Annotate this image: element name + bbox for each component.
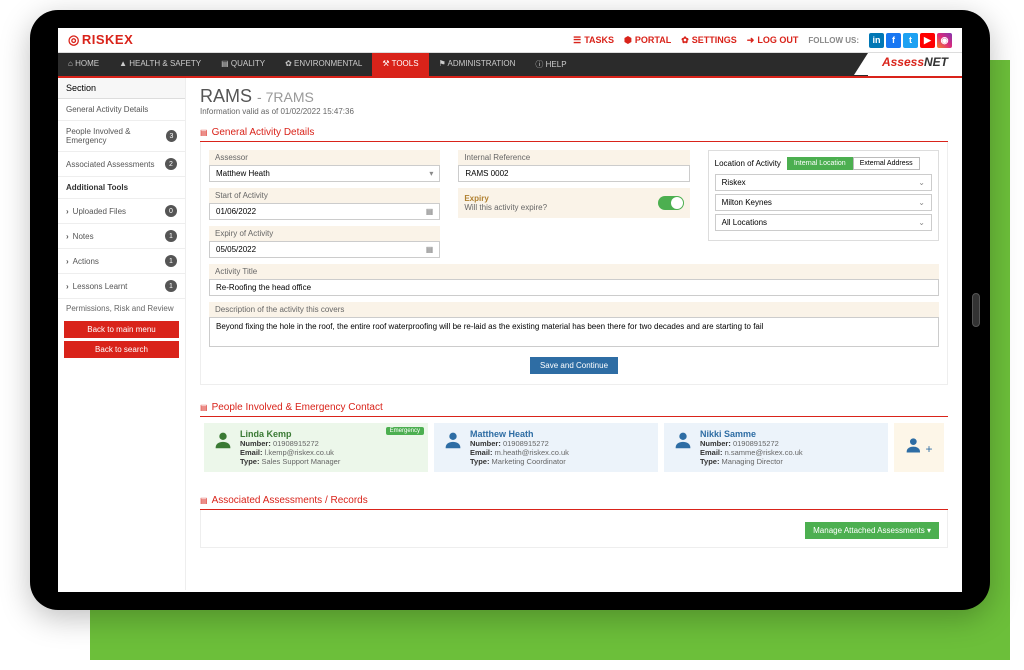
description-label: Description of the activity this covers [209, 302, 939, 317]
start-date-input[interactable]: 01/06/2022▦ [209, 203, 440, 220]
back-main-button[interactable]: Back to main menu [64, 321, 179, 338]
assessor-label: Assessor [209, 150, 440, 165]
add-person-icon [905, 435, 932, 461]
sidebar-item-tools[interactable]: Additional Tools [58, 177, 185, 199]
sidebar-item-uploaded[interactable]: Uploaded Files0 [58, 199, 185, 224]
youtube-icon[interactable]: ▶ [920, 33, 935, 48]
nav-quality[interactable]: ▤ QUALITY [211, 53, 275, 76]
activity-title-input[interactable]: Re-Roofing the head office [209, 279, 939, 296]
person-card[interactable]: Emergency Linda Kemp Number: 01908915272… [204, 423, 428, 472]
expiry-toggle[interactable] [658, 196, 684, 210]
top-bar: RISKEX TASKS PORTAL SETTINGS LOG OUT FOL… [58, 28, 962, 53]
logo: RISKEX [68, 32, 133, 48]
panel-general-head[interactable]: General Activity Details [200, 124, 948, 142]
calendar-icon[interactable]: ▦ [426, 207, 434, 216]
main-content: RAMS - 7RAMS Information valid as of 01/… [186, 78, 962, 590]
calendar-icon[interactable]: ▦ [426, 245, 434, 254]
logout-link[interactable]: LOG OUT [747, 35, 799, 46]
description-textarea[interactable] [209, 317, 939, 347]
expiry-date-input[interactable]: 05/05/2022▦ [209, 241, 440, 258]
person-card[interactable]: Nikki Samme Number: 01908915272 Email: n… [664, 423, 888, 472]
follow-label: FOLLOW US: [808, 36, 859, 45]
panel-people: People Involved & Emergency Contact Emer… [200, 399, 948, 478]
panel-assoc-head[interactable]: Associated Assessments / Records [200, 492, 948, 510]
sidebar-permissions[interactable]: Permissions, Risk and Review [58, 299, 185, 318]
sidebar-item-lessons[interactable]: Lessons Learnt1 [58, 274, 185, 299]
expiry-date-label: Expiry of Activity [209, 226, 440, 241]
activity-title-label: Activity Title [209, 264, 939, 279]
avatar-icon [442, 429, 464, 451]
manage-assessments-button[interactable]: Manage Attached Assessments [805, 522, 939, 539]
page-title: RAMS - 7RAMS [200, 86, 948, 107]
loc-drop-3[interactable]: All Locations [715, 214, 932, 231]
facebook-icon[interactable]: f [886, 33, 901, 48]
panel-people-head[interactable]: People Involved & Emergency Contact [200, 399, 948, 417]
ref-label: Internal Reference [458, 150, 689, 165]
sidebar-item-actions[interactable]: Actions1 [58, 249, 185, 274]
sidebar-title: Section [58, 78, 185, 99]
start-label: Start of Activity [209, 188, 440, 203]
sidebar-item-people[interactable]: People Involved & Emergency3 [58, 121, 185, 152]
panel-assoc: Associated Assessments / Records Manage … [200, 492, 948, 548]
loc-drop-2[interactable]: Milton Keynes [715, 194, 932, 211]
location-label: Location of Activity [715, 159, 781, 168]
sidebar-item-assoc[interactable]: Associated Assessments2 [58, 152, 185, 177]
settings-link[interactable]: SETTINGS [681, 35, 737, 46]
nav-health-safety[interactable]: ▲ HEALTH & SAFETY [109, 53, 211, 76]
nav-tools[interactable]: ⚒ TOOLS [372, 53, 428, 76]
social-links: in f t ▶ ◉ [869, 33, 952, 48]
ref-input[interactable]: RAMS 0002 [458, 165, 689, 182]
linkedin-icon[interactable]: in [869, 33, 884, 48]
tasks-link[interactable]: TASKS [573, 35, 614, 46]
expiry-toggle-row: Expiry Will this activity expire? [458, 188, 689, 218]
nav-help[interactable]: ⓘ HELP [525, 53, 576, 76]
main-nav: ⌂ HOME ▲ HEALTH & SAFETY ▤ QUALITY ✿ ENV… [58, 53, 962, 78]
nav-home[interactable]: ⌂ HOME [58, 53, 109, 76]
loc-drop-1[interactable]: Riskex [715, 174, 932, 191]
instagram-icon[interactable]: ◉ [937, 33, 952, 48]
panel-general: General Activity Details Assessor Matthe… [200, 124, 948, 385]
sidebar-item-notes[interactable]: Notes1 [58, 224, 185, 249]
seg-external[interactable]: External Address [853, 157, 920, 170]
emergency-badge: Emergency [386, 427, 424, 435]
info-timestamp: Information valid as of 01/02/2022 15:47… [200, 107, 948, 116]
back-search-button[interactable]: Back to search [64, 341, 179, 358]
secondary-brand: AssessNET [868, 53, 962, 76]
sidebar: Section General Activity Details People … [58, 78, 186, 590]
seg-internal[interactable]: Internal Location [787, 157, 853, 170]
assessor-select[interactable]: Matthew Heath▾ [209, 165, 440, 182]
portal-link[interactable]: PORTAL [624, 35, 671, 46]
twitter-icon[interactable]: t [903, 33, 918, 48]
location-box: Location of Activity Internal Location E… [708, 150, 939, 241]
person-card[interactable]: Matthew Heath Number: 01908915272 Email:… [434, 423, 658, 472]
avatar-icon [212, 429, 234, 451]
avatar-icon [672, 429, 694, 451]
nav-administration[interactable]: ⚑ ADMINISTRATION [429, 53, 526, 76]
nav-environmental[interactable]: ✿ ENVIRONMENTAL [275, 53, 372, 76]
sidebar-item-general[interactable]: General Activity Details [58, 99, 185, 121]
add-person-button[interactable] [894, 423, 944, 472]
save-continue-button[interactable]: Save and Continue [530, 357, 618, 374]
